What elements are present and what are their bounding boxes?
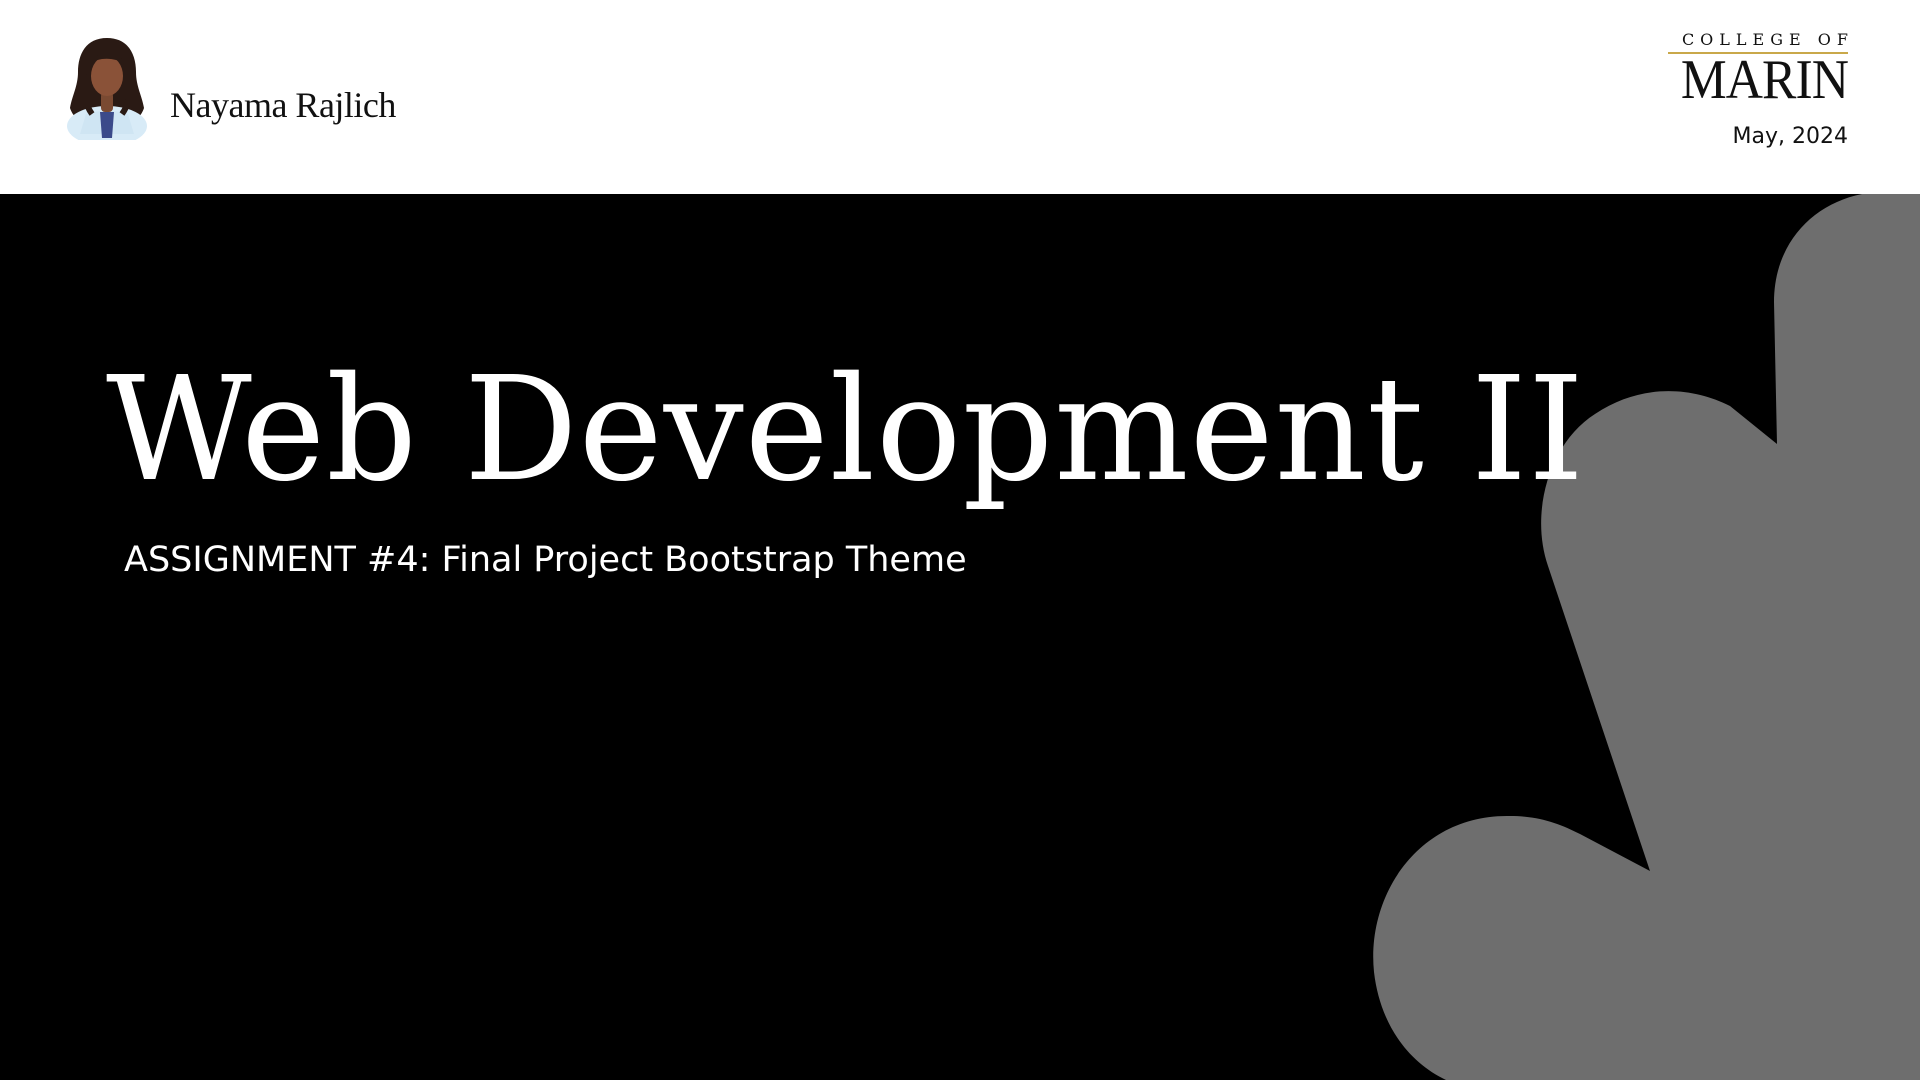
- logo-marin-text: MARIN: [1680, 49, 1849, 111]
- logo-college-text: COLLEGE OF: [1681, 30, 1854, 49]
- author-name: Nayama Rajlich: [170, 85, 396, 125]
- title-slide: Nayama Rajlich COLLEGE OF MARIN May, 202…: [0, 0, 1920, 1080]
- hand-pointer-shape: [1373, 194, 1920, 1080]
- presentation-date: May, 2024: [1732, 124, 1848, 149]
- college-logo: COLLEGE OF MARIN: [1648, 30, 1849, 111]
- slide-title: Web Development II: [106, 345, 1586, 513]
- slide-body: Web Development II ASSIGNMENT #4: Final …: [0, 194, 1920, 1080]
- avatar-icon: [67, 38, 147, 140]
- slide-header: Nayama Rajlich COLLEGE OF MARIN May, 202…: [0, 0, 1920, 194]
- slide-subtitle: ASSIGNMENT #4: Final Project Bootstrap T…: [124, 540, 967, 580]
